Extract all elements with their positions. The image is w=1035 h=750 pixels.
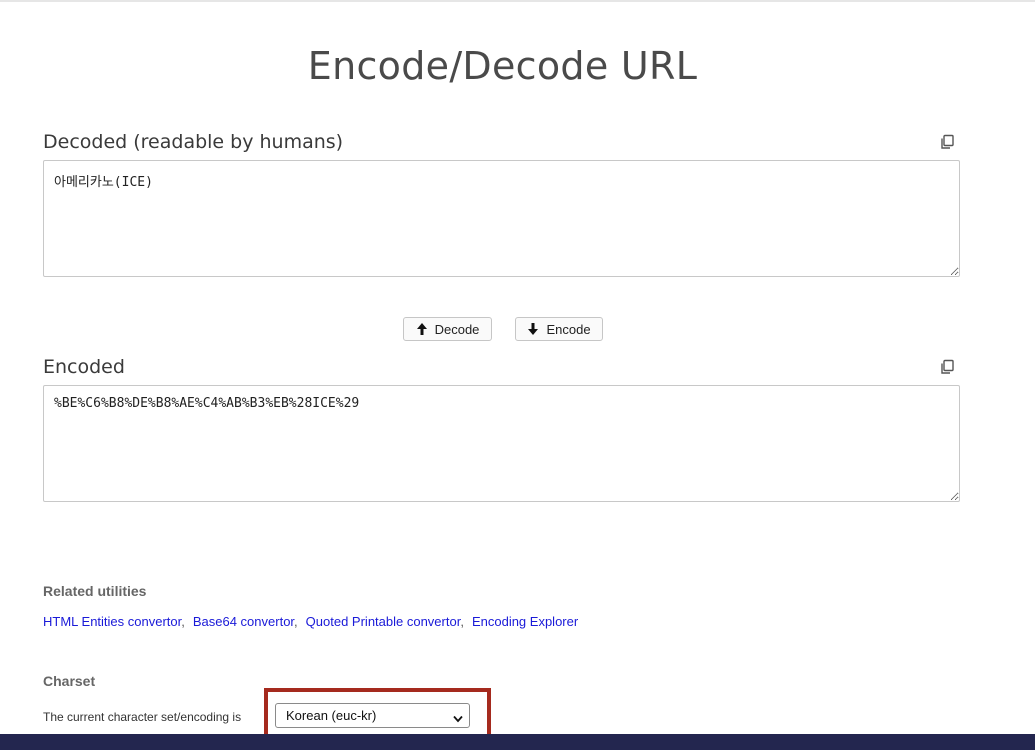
encoded-label: Encoded [43, 356, 125, 378]
arrow-down-icon [527, 322, 539, 336]
related-links: HTML Entities convertor, Base64 convertor… [43, 614, 578, 629]
decoded-label: Decoded (readable by humans) [43, 131, 344, 153]
decoded-textarea[interactable]: 아메리카노(ICE) [43, 160, 960, 277]
decode-button[interactable]: Decode [403, 317, 492, 341]
charset-description: The current character set/encoding is [43, 710, 242, 724]
encoded-textarea[interactable]: %BE%C6%B8%DE%B8%AE%C4%AB%B3%EB%28ICE%29 [43, 385, 960, 502]
link-encoding-explorer[interactable]: Encoding Explorer [472, 614, 578, 629]
copy-decoded-icon[interactable] [939, 134, 955, 150]
copy-encoded-icon[interactable] [939, 359, 955, 375]
link-base64[interactable]: Base64 convertor [193, 614, 294, 629]
decode-button-label: Decode [434, 321, 480, 337]
arrow-up-icon [416, 322, 428, 336]
top-divider [0, 0, 1035, 2]
related-utilities-heading: Related utilities [43, 583, 147, 599]
page-title: Encode/Decode URL [307, 44, 698, 88]
link-separator: , [181, 614, 185, 629]
encode-button[interactable]: Encode [515, 317, 603, 341]
link-html-entities[interactable]: HTML Entities convertor [43, 614, 181, 629]
link-separator: , [294, 614, 298, 629]
footer-bar [0, 734, 1035, 750]
encode-button-label: Encode [546, 321, 591, 337]
link-separator: , [460, 614, 464, 629]
link-quoted-printable[interactable]: Quoted Printable convertor [306, 614, 461, 629]
charset-heading: Charset [43, 673, 96, 689]
